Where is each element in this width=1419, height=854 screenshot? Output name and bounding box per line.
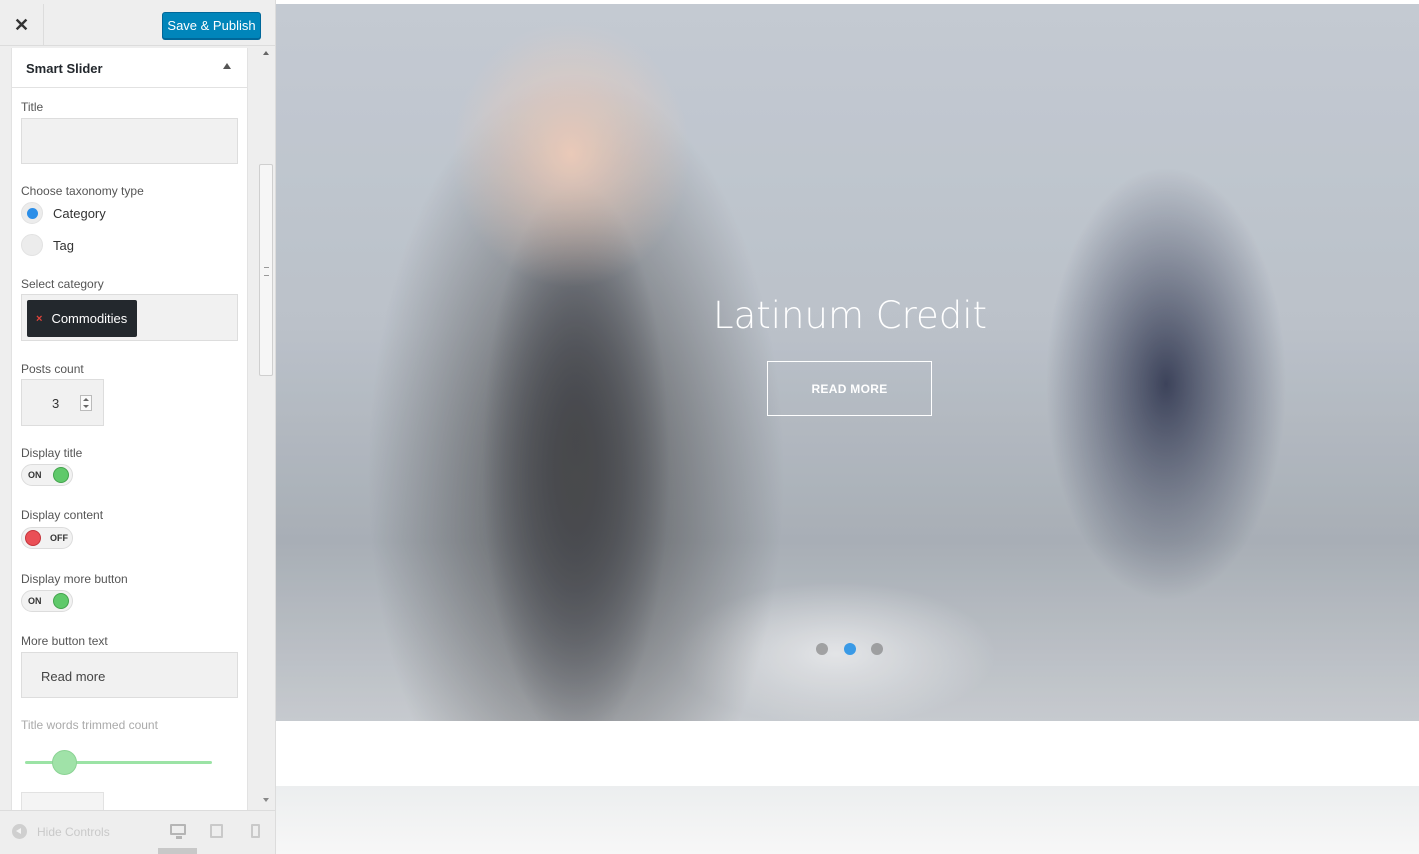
selected-category-chip: × Commodities [27,300,138,337]
radio-category-label: Category [53,206,106,221]
hide-controls-button[interactable]: Hide Controls [37,825,110,839]
display-title-label: Display title [21,446,83,460]
panel-title: Smart Slider [26,61,103,76]
read-more-button[interactable]: READ MORE [767,361,932,416]
display-more-toggle[interactable]: ON [21,590,73,612]
panel-header[interactable]: Smart Slider [12,48,247,88]
radio-tag-label: Tag [53,238,74,253]
slide-title: Latinum Credit [712,294,988,337]
slider-dot-1[interactable] [816,643,828,655]
trim-slider-handle[interactable] [52,750,77,775]
display-more-label: Display more button [21,572,128,586]
toggle-state-text: ON [28,470,42,480]
selected-category-label: Commodities [51,311,128,326]
spinner-arrows-icon[interactable] [80,395,92,411]
toggle-knob [53,593,69,609]
hide-controls-icon[interactable] [12,824,27,839]
tablet-icon[interactable] [210,824,223,838]
category-label: Select category [21,277,104,291]
trim-count-label: Title words trimmed count [21,718,158,732]
more-text-label: More button text [21,634,108,648]
scroll-down-icon[interactable] [263,798,269,802]
mobile-icon[interactable] [251,824,260,838]
toggle-state-text: ON [28,596,42,606]
hero-slide-image: Latinum Credit READ MORE [276,4,1419,721]
collapse-caret-icon[interactable] [223,63,231,69]
customizer-footer: Hide Controls [0,810,275,854]
title-label: Title [21,100,44,114]
taxonomy-label: Choose taxonomy type [21,184,144,198]
toggle-knob [53,467,69,483]
customizer-topbar: ✕ Save & Publish [0,0,275,46]
site-preview: Latinum Credit READ MORE [276,0,1419,854]
posts-count-value: 3 [52,396,60,411]
scrollbar-thumb[interactable] [259,164,273,376]
active-device-indicator [158,848,197,854]
more-button-text-value: Read more [41,669,106,684]
more-button-text-input[interactable]: Read more [21,652,238,698]
toggle-knob [25,530,41,546]
close-icon[interactable]: ✕ [0,4,44,46]
next-section-strip [276,786,1419,854]
category-select[interactable]: × Commodities [21,294,238,341]
desktop-icon[interactable] [170,824,186,839]
slider-dot-3[interactable] [871,643,883,655]
display-content-label: Display content [21,508,104,522]
toggle-state-text: OFF [50,533,68,543]
display-title-toggle[interactable]: ON [21,464,73,486]
customizer-sidebar: ✕ Save & Publish Smart Slider Title Choo… [0,0,276,854]
radio-category[interactable] [21,202,43,224]
scroll-up-icon[interactable] [263,51,269,55]
radio-tag[interactable] [21,234,43,256]
posts-count-input[interactable]: 3 [21,379,104,426]
panel-scrollbar[interactable] [259,46,273,810]
title-input[interactable] [21,118,238,164]
smart-slider-panel: Smart Slider Title Choose taxonomy type … [11,48,248,810]
remove-icon[interactable]: × [36,313,42,325]
posts-count-label: Posts count [21,362,84,376]
display-content-toggle[interactable]: OFF [21,527,73,549]
next-field-input[interactable] [21,792,104,810]
save-publish-button[interactable]: Save & Publish [162,12,261,39]
slider-dot-2[interactable] [844,643,856,655]
